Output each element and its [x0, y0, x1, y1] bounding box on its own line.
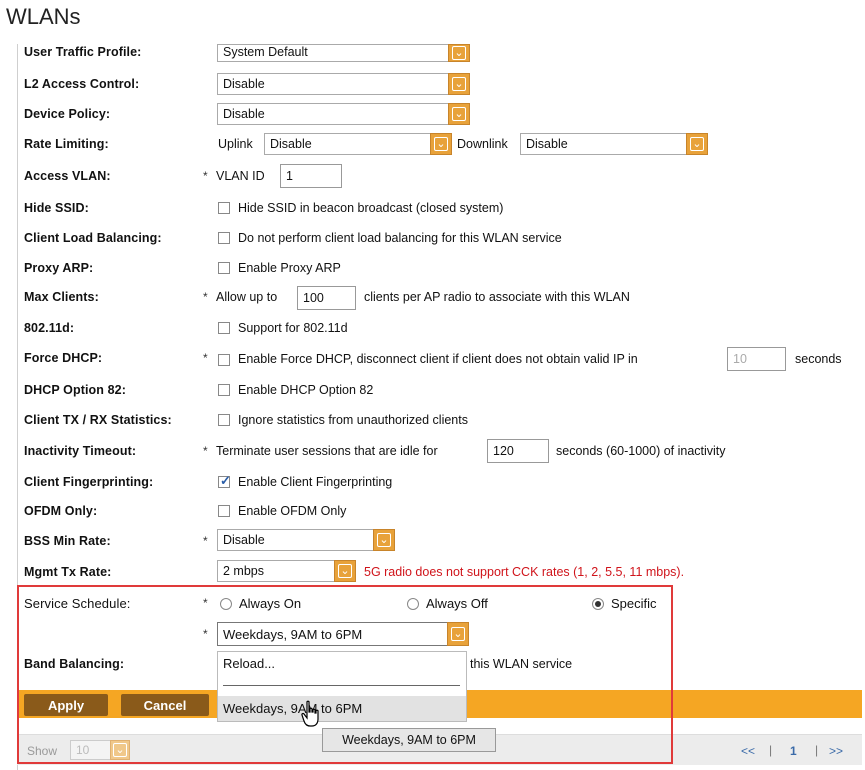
dot11d-text: Support for 802.11d [238, 321, 348, 335]
band-balancing-text: this WLAN service [470, 657, 573, 671]
client-load-balancing-label: Client Load Balancing: [24, 231, 162, 245]
chevron-down-icon: ⌄ [334, 560, 356, 582]
proxy-arp-checkbox[interactable] [218, 262, 230, 274]
uplink-label: Uplink [218, 137, 253, 151]
chevron-down-icon: ⌄ [448, 73, 470, 95]
uplink-select[interactable]: Disable ⌄ [264, 133, 452, 155]
force-dhcp-checkbox[interactable] [218, 354, 230, 366]
always-on-text: Always On [239, 596, 302, 611]
required-star: * [203, 534, 208, 548]
ofdm-only-label: OFDM Only: [24, 504, 98, 518]
service-schedule-label: Service Schedule: [24, 596, 131, 611]
tooltip: Weekdays, 9AM to 6PM [322, 728, 496, 752]
dhcp-option-82-text: Enable DHCP Option 82 [238, 383, 374, 397]
schedule-select[interactable]: Weekdays, 9AM to 6PM ⌄ [217, 622, 469, 646]
prev-page-link[interactable]: << [741, 744, 755, 758]
apply-button[interactable]: Apply [24, 694, 108, 716]
max-clients-input[interactable]: 100 [297, 286, 356, 310]
l2-access-control-select[interactable]: Disable ⌄ [217, 73, 470, 95]
client-stats-label: Client TX / RX Statistics: [24, 413, 172, 427]
vlan-id-label: VLAN ID [216, 169, 265, 183]
pager-separator: | [769, 743, 773, 757]
force-dhcp-seconds-input[interactable]: 10 [727, 347, 786, 371]
next-page-link[interactable]: >> [829, 744, 843, 758]
hide-ssid-label: Hide SSID: [24, 201, 89, 215]
client-load-balancing-checkbox[interactable] [218, 232, 230, 244]
dhcp-option-82-checkbox[interactable] [218, 384, 230, 396]
downlink-select[interactable]: Disable ⌄ [520, 133, 708, 155]
chevron-down-icon: ⌄ [110, 740, 130, 760]
ofdm-only-text: Enable OFDM Only [238, 504, 347, 518]
dropdown-option-reload[interactable]: Reload... [223, 656, 275, 671]
device-policy-select[interactable]: Disable ⌄ [217, 103, 470, 125]
chevron-down-icon: ⌄ [686, 133, 708, 155]
max-clients-suffix: clients per AP radio to associate with t… [364, 290, 630, 304]
proxy-arp-text: Enable Proxy ARP [238, 261, 341, 275]
required-star: * [203, 627, 208, 641]
client-stats-text: Ignore statistics from unauthorized clie… [238, 413, 468, 427]
chevron-down-icon: ⌄ [447, 622, 469, 646]
downlink-label: Downlink [457, 137, 508, 151]
dropdown-divider [223, 685, 460, 686]
max-clients-prefix: Allow up to [216, 290, 278, 304]
user-traffic-profile-label: User Traffic Profile: [24, 45, 142, 59]
required-star: * [203, 290, 208, 304]
user-traffic-profile-select[interactable]: System Default ⌄ [217, 44, 470, 62]
client-fingerprinting-label: Client Fingerprinting: [24, 475, 154, 489]
dot11d-checkbox[interactable] [218, 322, 230, 334]
mgmt-tx-rate-select[interactable]: 2 mbps ⌄ [217, 560, 356, 582]
required-star: * [203, 596, 208, 610]
inactivity-timeout-input[interactable]: 120 [487, 439, 549, 463]
hide-ssid-text: Hide SSID in beacon broadcast (closed sy… [238, 201, 504, 215]
specific-text: Specific [611, 596, 657, 611]
inactivity-timeout-suffix: seconds (60-1000) of inactivity [556, 444, 726, 458]
client-load-balancing-text: Do not perform client load balancing for… [238, 231, 562, 245]
rate-limiting-label: Rate Limiting: [24, 137, 109, 151]
proxy-arp-label: Proxy ARP: [24, 261, 94, 275]
required-star: * [203, 351, 208, 365]
required-star: * [203, 169, 208, 183]
page-size-select[interactable]: 10 ⌄ [70, 740, 130, 760]
show-label: Show [27, 744, 58, 758]
bss-min-rate-label: BSS Min Rate: [24, 534, 111, 548]
band-balancing-label: Band Balancing: [24, 657, 125, 671]
chevron-down-icon: ⌄ [373, 529, 395, 551]
bss-min-rate-select[interactable]: Disable ⌄ [217, 529, 395, 551]
access-vlan-label: Access VLAN: [24, 169, 111, 183]
mgmt-tx-rate-warning: 5G radio does not support CCK rates (1, … [364, 565, 685, 579]
force-dhcp-suffix: seconds [795, 352, 842, 366]
client-stats-checkbox[interactable] [218, 414, 230, 426]
vlan-id-input[interactable]: 1 [280, 164, 342, 188]
device-policy-label: Device Policy: [24, 107, 111, 121]
always-on-radio[interactable] [220, 598, 232, 610]
dot11d-label: 802.11d: [24, 321, 75, 335]
hide-ssid-checkbox[interactable] [218, 202, 230, 214]
ofdm-only-checkbox[interactable] [218, 505, 230, 517]
force-dhcp-text: Enable Force DHCP, disconnect client if … [238, 352, 638, 366]
always-off-radio[interactable] [407, 598, 419, 610]
specific-radio[interactable] [592, 598, 604, 610]
pager-separator: | [815, 743, 819, 757]
mgmt-tx-rate-label: Mgmt Tx Rate: [24, 565, 112, 579]
chevron-down-icon: ⌄ [430, 133, 452, 155]
l2-access-control-label: L2 Access Control: [24, 77, 140, 91]
dropdown-option-weekdays[interactable]: Weekdays, 9AM to 6PM [218, 696, 466, 721]
always-off-text: Always Off [426, 596, 488, 611]
inactivity-timeout-prefix: Terminate user sessions that are idle fo… [216, 444, 438, 458]
client-fingerprinting-text: Enable Client Fingerprinting [238, 475, 393, 489]
cancel-button[interactable]: Cancel [121, 694, 209, 716]
page-title: WLANs [6, 4, 81, 29]
hand-cursor-icon [301, 700, 319, 727]
chevron-down-icon: ⌄ [448, 44, 470, 62]
client-fingerprinting-checkbox[interactable] [218, 473, 231, 489]
current-page[interactable]: 1 [790, 744, 797, 758]
force-dhcp-label: Force DHCP: [24, 351, 103, 365]
max-clients-label: Max Clients: [24, 290, 99, 304]
schedule-dropdown-list: Reload... Weekdays, 9AM to 6PM [217, 651, 467, 722]
inactivity-timeout-label: Inactivity Timeout: [24, 444, 137, 458]
required-star: * [203, 444, 208, 458]
dhcp-option-82-label: DHCP Option 82: [24, 383, 126, 397]
chevron-down-icon: ⌄ [448, 103, 470, 125]
